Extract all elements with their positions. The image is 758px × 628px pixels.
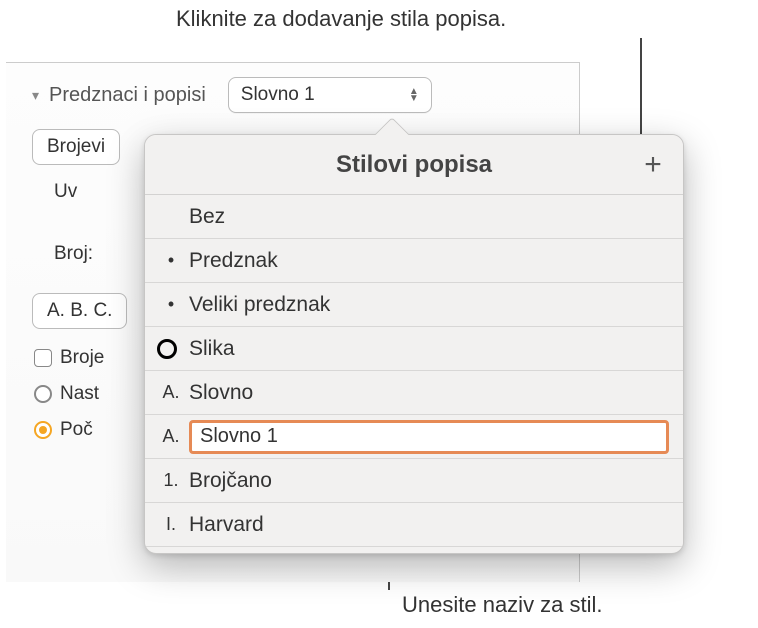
- bullet-glyph: •: [159, 250, 183, 271]
- stepper-arrows-icon: ▲▼: [409, 88, 419, 102]
- style-name-input[interactable]: [189, 420, 669, 454]
- style-item-label: Harvard: [189, 513, 264, 537]
- section-label-text: Predznaci i popisi: [49, 84, 206, 107]
- numbers-tab[interactable]: Brojevi: [32, 129, 120, 165]
- bullet-glyph: •: [159, 294, 183, 315]
- style-list-item[interactable]: I. Harvard: [145, 503, 683, 547]
- radio-icon-selected: [34, 421, 52, 439]
- checkbox-icon: [34, 349, 52, 367]
- bullet-glyph: I.: [159, 514, 183, 535]
- add-style-button[interactable]: +: [637, 149, 669, 181]
- radio-icon: [34, 385, 52, 403]
- style-item-label: Brojčano: [189, 469, 272, 493]
- bullet-glyph: A.: [159, 426, 183, 447]
- style-item-label: Predznak: [189, 249, 278, 273]
- plus-icon: +: [644, 148, 662, 182]
- bullet-glyph: 1.: [159, 470, 183, 491]
- checkbox-label: Broje: [60, 347, 104, 369]
- style-list-item[interactable]: 1. Brojčano: [145, 459, 683, 503]
- number-format-dropdown[interactable]: A. B. C.: [32, 293, 127, 329]
- style-item-label: Bez: [189, 205, 225, 229]
- style-list[interactable]: Bez • Predznak • Veliki predznak Slika A. Slovn…: [145, 195, 683, 554]
- style-item-label: Slika: [189, 337, 235, 361]
- style-list-item[interactable]: A.: [145, 415, 683, 459]
- popup-title-text: Stilovi popisa: [336, 151, 492, 179]
- list-styles-popup: Stilovi popisa + Bez • Predznak • Veliki pre…: [144, 134, 684, 554]
- callout-name-style: Unesite naziv za stil.: [402, 592, 603, 618]
- bullets-lists-section-label[interactable]: ▾ Predznaci i popisi: [32, 84, 206, 107]
- callout-add-style: Kliknite za dodavanje stila popisa.: [176, 6, 506, 32]
- popup-title: Stilovi popisa +: [145, 135, 683, 195]
- style-list-item[interactable]: A. Slovno: [145, 371, 683, 415]
- dropdown-value: Slovno 1: [241, 84, 315, 106]
- radio-label: Poč: [60, 419, 93, 441]
- style-list-item[interactable]: Slika: [145, 327, 683, 371]
- style-list-item[interactable]: • Predznak: [145, 239, 683, 283]
- style-list-item[interactable]: • Veliki predznak: [145, 283, 683, 327]
- circle-bullet-icon: [157, 339, 177, 359]
- radio-label: Nast: [60, 383, 99, 405]
- list-style-dropdown[interactable]: Slovno 1 ▲▼: [228, 77, 432, 113]
- style-list-item[interactable]: Bez: [145, 195, 683, 239]
- chevron-down-icon: ▾: [32, 87, 39, 104]
- style-item-label: Slovno: [189, 381, 253, 405]
- bullet-glyph: A.: [159, 382, 183, 403]
- style-item-label: Veliki predznak: [189, 293, 330, 317]
